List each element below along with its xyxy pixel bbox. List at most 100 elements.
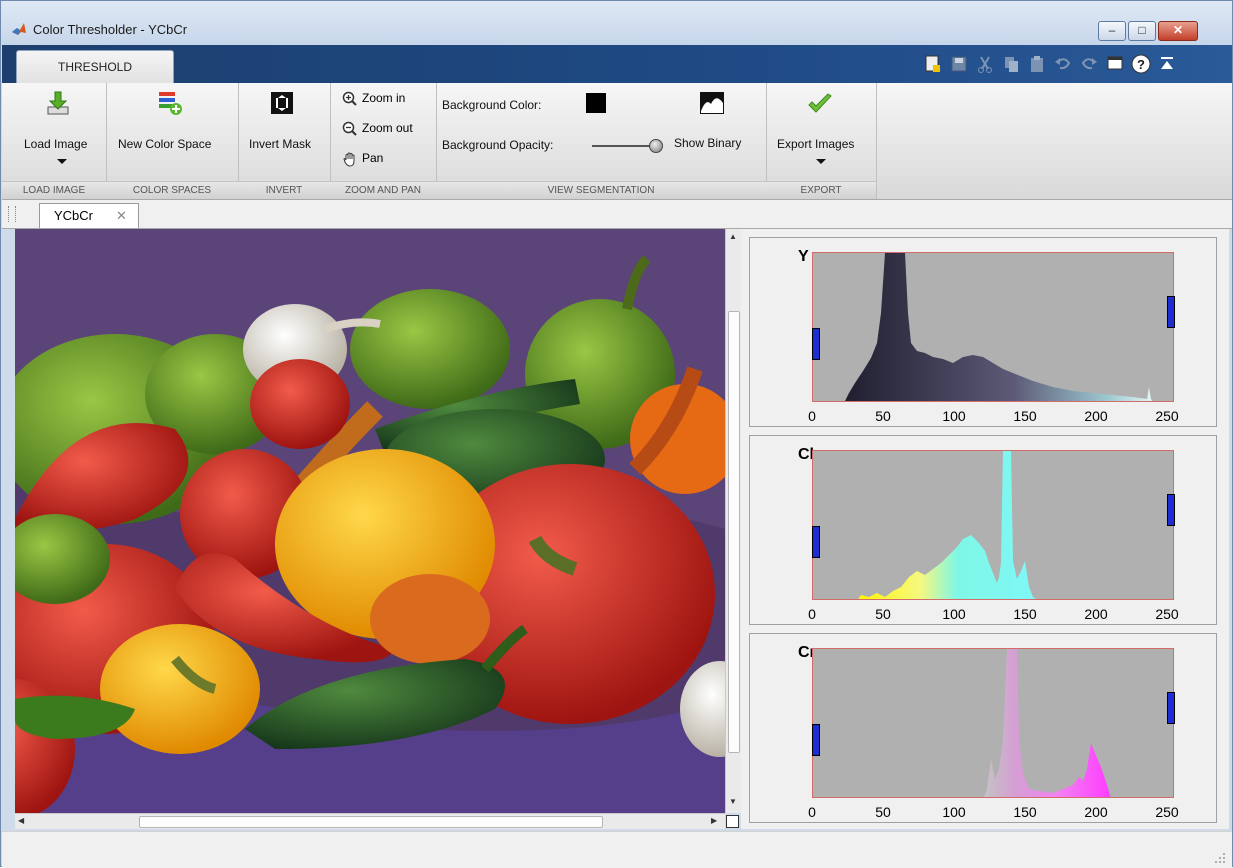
close-button[interactable]: ✕ — [1158, 21, 1198, 41]
background-opacity-slider-knob[interactable] — [649, 139, 663, 153]
cr-min-threshold-handle[interactable] — [812, 724, 820, 756]
collapse-toolstrip-icon[interactable] — [1156, 53, 1178, 75]
pan-hand-icon — [343, 152, 355, 167]
tick-label: 100 — [942, 804, 966, 820]
window-title: Color Thresholder - YCbCr — [33, 22, 188, 37]
tick-label: 250 — [1155, 606, 1179, 622]
export-dropdown-icon[interactable] — [816, 159, 826, 164]
histogram-panel-y: Y 0 50 100 150 200 250 — [749, 237, 1217, 427]
svg-text:?: ? — [1137, 57, 1145, 72]
tick-label: 0 — [808, 408, 816, 424]
tick-label: 200 — [1084, 408, 1108, 424]
invert-mask-button[interactable]: Invert Mask — [249, 137, 311, 151]
switch-windows-icon[interactable] — [1104, 53, 1126, 75]
cb-max-threshold-handle[interactable] — [1167, 494, 1175, 526]
section-label: INVERT — [238, 181, 330, 199]
title-bar: Color Thresholder - YCbCr – □ ✕ — [1, 1, 1232, 45]
copy-icon[interactable] — [1000, 53, 1022, 75]
vertical-scrollbar[interactable]: ▲ ▼ — [725, 229, 741, 813]
undo-icon[interactable] — [1052, 53, 1074, 75]
toolstrip: Load Image LOAD IMAGE New Color Space CO… — [2, 83, 1232, 200]
export-images-button[interactable]: Export Images — [777, 137, 854, 151]
zoom-in-button[interactable]: Zoom in — [342, 91, 405, 107]
zoom-out-button[interactable]: Zoom out — [342, 121, 413, 137]
histogram-plot-cr[interactable] — [812, 648, 1174, 798]
close-tab-icon[interactable]: ✕ — [116, 204, 127, 228]
background-color-swatch[interactable] — [586, 93, 606, 113]
resize-grip-icon[interactable] — [1214, 852, 1226, 864]
load-image-icon[interactable] — [44, 89, 72, 117]
background-color-label: Background Color: — [442, 98, 542, 112]
load-image-dropdown-icon[interactable] — [57, 159, 67, 164]
invert-mask-icon[interactable] — [268, 89, 296, 117]
show-binary-button[interactable]: Show Binary — [674, 136, 741, 150]
checkmark-icon[interactable] — [806, 91, 834, 119]
section-load-image: Load Image LOAD IMAGE — [2, 83, 107, 199]
show-binary-icon[interactable] — [698, 89, 726, 117]
cut-icon[interactable] — [974, 53, 996, 75]
y-min-threshold-handle[interactable] — [812, 328, 820, 360]
image-view[interactable] — [15, 229, 725, 813]
scroll-corner — [726, 815, 739, 828]
horizontal-scroll-thumb[interactable] — [139, 816, 603, 828]
tick-label: 200 — [1084, 804, 1108, 820]
tick-label: 50 — [875, 408, 891, 424]
help-icon[interactable]: ? — [1130, 53, 1152, 75]
histogram-panel-cr: Cr 0 50 100 150 200 250 — [749, 633, 1217, 823]
new-document-icon[interactable] — [922, 53, 944, 75]
tick-label: 150 — [1013, 408, 1037, 424]
new-color-space-button[interactable]: New Color Space — [118, 137, 211, 151]
section-export: Export Images EXPORT — [766, 83, 877, 199]
save-icon[interactable] — [948, 53, 970, 75]
load-image-button[interactable]: Load Image — [24, 137, 87, 151]
scroll-right-icon[interactable]: ▶ — [711, 816, 717, 825]
background-opacity-slider[interactable] — [592, 145, 656, 147]
cr-max-threshold-handle[interactable] — [1167, 692, 1175, 724]
tick-label: 200 — [1084, 606, 1108, 622]
zoom-out-icon — [342, 121, 357, 136]
status-bar — [2, 831, 1232, 868]
tick-label: 250 — [1155, 804, 1179, 820]
y-max-threshold-handle[interactable] — [1167, 296, 1175, 328]
pan-button[interactable]: Pan — [342, 151, 383, 167]
paste-icon[interactable] — [1026, 53, 1048, 75]
tick-label: 150 — [1013, 606, 1037, 622]
tick-label: 250 — [1155, 408, 1179, 424]
redo-icon[interactable] — [1078, 53, 1100, 75]
channel-label: Y — [798, 248, 809, 265]
section-label: EXPORT — [766, 181, 876, 199]
tick-label: 50 — [875, 804, 891, 820]
tick-label: 100 — [942, 408, 966, 424]
grip-icon[interactable] — [8, 206, 16, 222]
maximize-button[interactable]: □ — [1128, 21, 1156, 41]
histogram-pane: Y 0 50 100 150 200 250 Cb 0 50 100 150 2… — [741, 229, 1229, 829]
minimize-button[interactable]: – — [1098, 21, 1126, 41]
section-invert: Invert Mask INVERT — [238, 83, 331, 199]
peppers-image — [15, 229, 725, 813]
histogram-y-bars — [845, 253, 1152, 401]
zoom-in-icon — [342, 91, 357, 106]
cb-min-threshold-handle[interactable] — [812, 526, 820, 558]
tab-ycbcr-label: YCbCr — [54, 208, 94, 223]
tick-label: 100 — [942, 606, 966, 622]
zoom-in-label: Zoom in — [362, 91, 406, 106]
scroll-down-icon[interactable]: ▼ — [729, 797, 737, 806]
horizontal-scrollbar[interactable]: ◀ ▶ — [15, 813, 725, 829]
new-color-space-icon[interactable] — [156, 89, 184, 117]
tab-threshold[interactable]: THRESHOLD — [16, 50, 174, 83]
histogram-cb-bars — [858, 451, 1036, 599]
pan-label: Pan — [362, 151, 384, 166]
tab-ycbcr[interactable]: YCbCr ✕ — [39, 203, 139, 228]
section-zoom-and-pan: Zoom in Zoom out Pan ZOOM AND PAN — [330, 83, 437, 199]
tick-label: 0 — [808, 606, 816, 622]
scroll-up-icon[interactable]: ▲ — [729, 232, 737, 241]
histogram-plot-cb[interactable] — [812, 450, 1174, 600]
tick-label: 0 — [808, 804, 816, 820]
histogram-cr-bars — [983, 649, 1111, 797]
scroll-left-icon[interactable]: ◀ — [18, 816, 24, 825]
histogram-panel-cb: Cb 0 50 100 150 200 250 — [749, 435, 1217, 625]
section-label: ZOOM AND PAN — [330, 181, 436, 199]
vertical-scroll-thumb[interactable] — [728, 311, 740, 753]
section-view-segmentation: Background Color: Background Opacity: Sh… — [436, 83, 767, 199]
histogram-plot-y[interactable] — [812, 252, 1174, 402]
